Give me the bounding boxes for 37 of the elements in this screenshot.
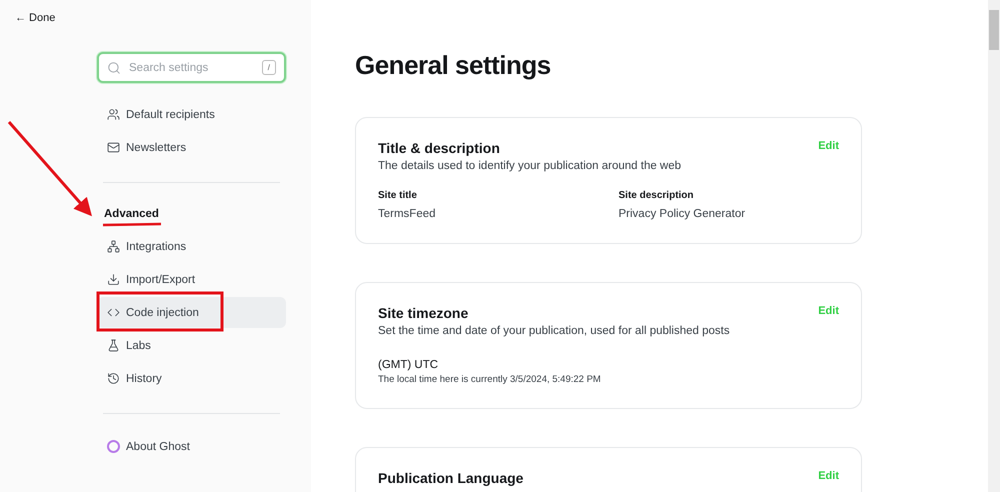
people-icon [107,108,120,121]
local-time-note: The local time here is currently 3/5/2024, 5:49:22 PM [378,374,602,385]
sidebar-item[interactable]: Code injection [97,297,286,328]
sidebar-item[interactable]: Default recipients [97,99,286,130]
search-field[interactable]: Search settings / [97,52,286,83]
download-icon [107,273,120,286]
sidebar-item[interactable]: About Ghost [97,431,286,462]
section-heading: Advanced [104,208,159,221]
scrollbar[interactable] [988,0,1000,492]
card-description: Set the time and date of your publication, used for all published posts [378,325,731,337]
scrollbar-thumb[interactable] [989,10,999,50]
card-title: Publication Language [378,470,524,486]
back-link[interactable]: ← Done [15,12,56,24]
page-title: General settings [355,50,552,81]
card-description: The details used to identify your publication around the web [378,160,682,172]
field-label: Site description [618,190,695,201]
field-value: Privacy Policy Generator [618,208,746,220]
sidebar-item[interactable]: Import/Export [97,264,286,295]
sidebar-item[interactable]: Integrations [97,231,286,262]
card-title: Site timezone [378,305,468,321]
shortcut-key: / [262,60,276,75]
network-icon [107,240,120,253]
search-icon [107,60,121,74]
underline-annotation [102,222,162,226]
field-value: TermsFeed [378,208,437,220]
mail-icon [107,141,120,154]
code-icon [107,306,120,319]
field-label: Site title [378,190,418,201]
ring-icon [107,440,120,453]
flask-icon [107,339,120,352]
timezone-value: (GMT) UTC [378,359,440,371]
sidebar-item[interactable]: History [97,363,286,394]
sidebar-item[interactable]: Newsletters [97,132,286,163]
history-icon [107,372,120,385]
card-title: Title & description [378,140,500,156]
search-input[interactable]: Search settings [127,60,256,74]
sidebar-item[interactable]: Labs [97,330,286,361]
